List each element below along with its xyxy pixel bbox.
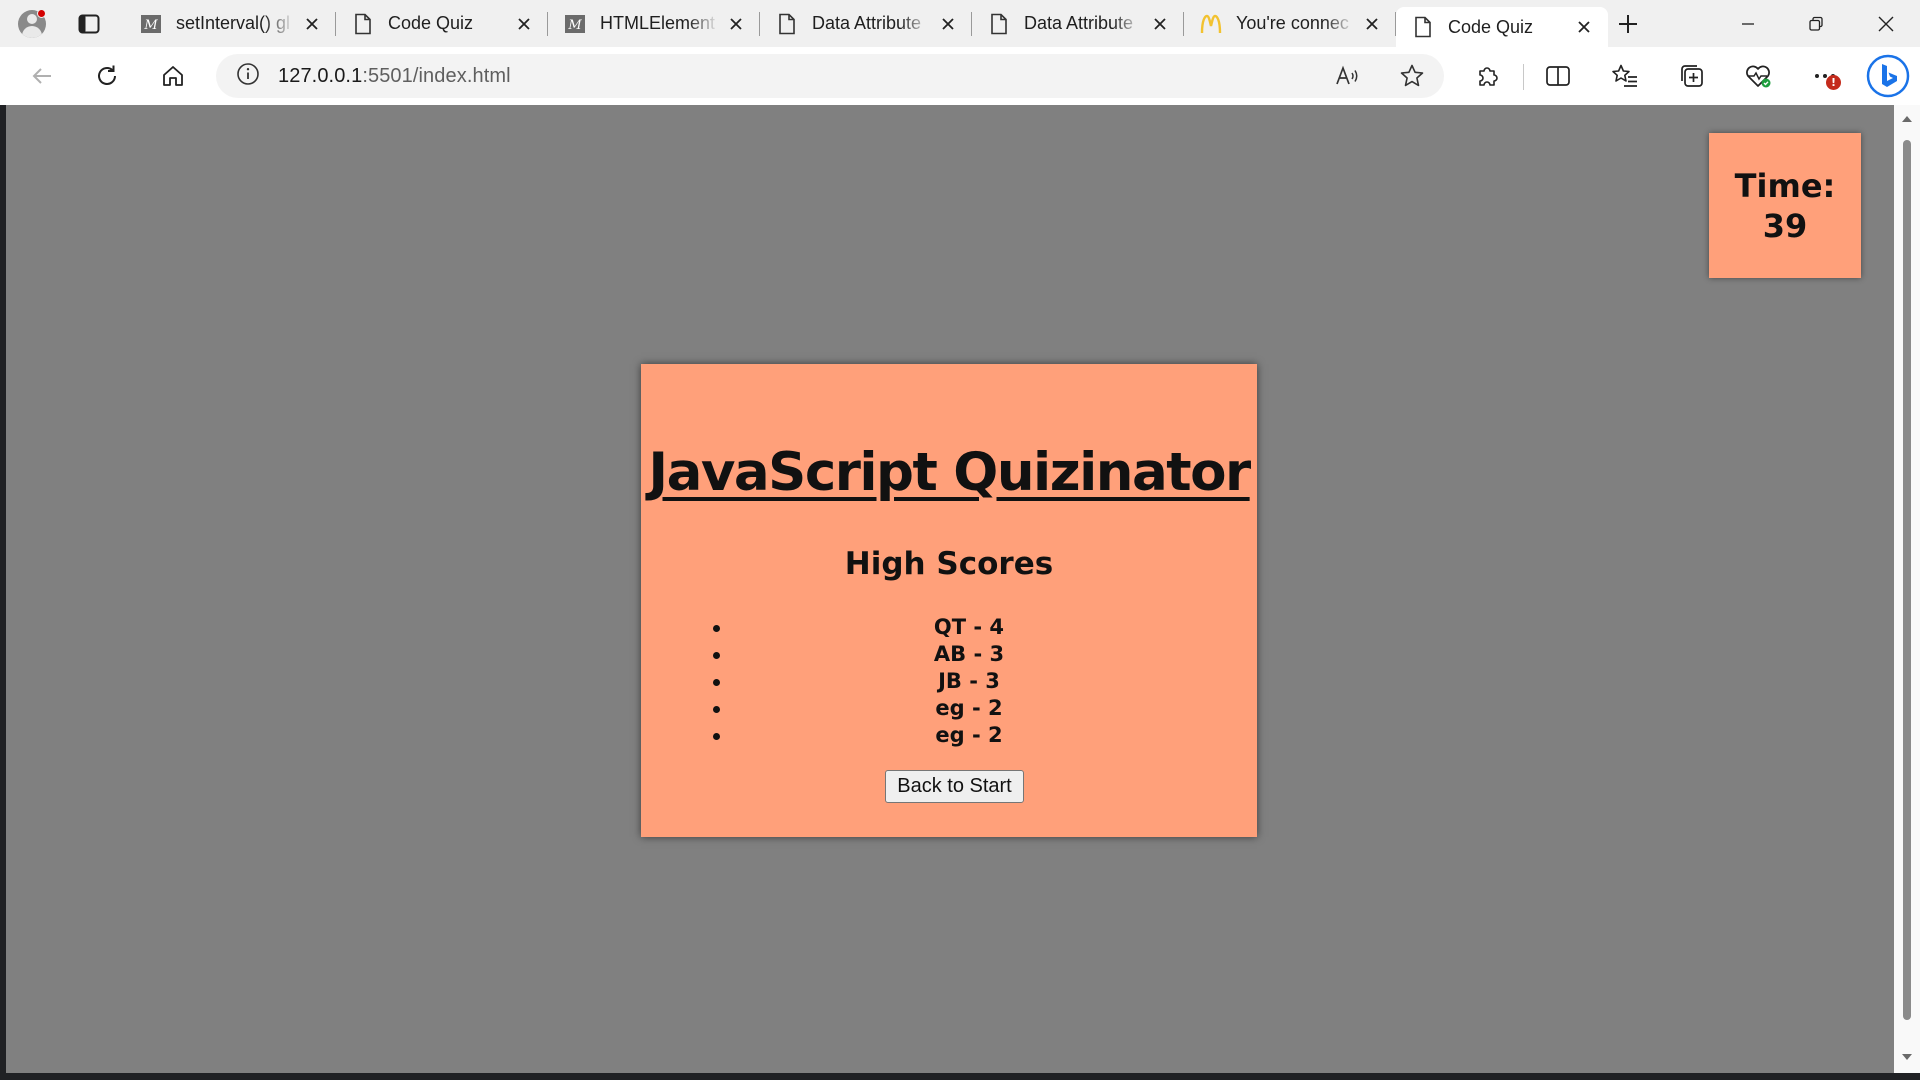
close-icon[interactable] (724, 12, 748, 36)
tab-bar: M setInterval() gl Code Quiz M HTMLEleme… (0, 0, 1920, 47)
vertical-scrollbar[interactable] (1894, 105, 1920, 1073)
tab-title: HTMLElement (600, 13, 716, 33)
tab-code-quiz-active[interactable]: Code Quiz (1396, 7, 1608, 47)
collections-icon (1681, 65, 1703, 87)
page-icon (776, 13, 798, 35)
list-item: JB - 3 (713, 668, 1219, 695)
mdn-icon: M (140, 13, 162, 35)
minimize-icon (1742, 22, 1754, 25)
tab-strip: M setInterval() gl Code Quiz M HTMLEleme… (124, 0, 1608, 47)
tab-title: Data Attribute (1024, 13, 1134, 33)
high-scores-heading: High Scores (844, 546, 1054, 582)
tab-htmlelement[interactable]: M HTMLElement (548, 0, 760, 47)
scrollbar-thumb[interactable] (1903, 140, 1911, 1020)
tab-title: Code Quiz (1448, 16, 1534, 37)
high-scores-list: QT - 4 AB - 3 JB - 3 eg - 2 eg - 2 (713, 614, 1219, 749)
toolbar-divider (1523, 64, 1524, 90)
close-icon (1878, 16, 1894, 31)
tab-setinterval[interactable]: M setInterval() gl (124, 0, 336, 47)
tab-youre-connected[interactable]: You're connec (1184, 0, 1396, 47)
favorites-list-icon (1612, 64, 1637, 87)
tab-data-attribute[interactable]: Data Attribute (760, 0, 972, 47)
browser-essentials-button[interactable] (1740, 58, 1776, 94)
window-bottom-edge (0, 1073, 1920, 1080)
star-icon (1400, 64, 1424, 87)
list-item: eg - 2 (713, 722, 1219, 749)
timer-value: 39 (1762, 206, 1808, 245)
extensions-button[interactable] (1470, 58, 1506, 94)
quiz-card: JavaScript Quizinator High Scores QT - 4… (641, 364, 1257, 837)
back-button[interactable] (24, 58, 60, 94)
tab-title: Code Quiz (388, 13, 474, 33)
close-icon[interactable] (936, 12, 960, 36)
close-icon[interactable] (300, 12, 324, 36)
back-arrow-icon (32, 68, 51, 84)
url-text: 127.0.0.1:5501/index.html (278, 65, 511, 88)
page-icon (352, 13, 374, 35)
url-path: :5501/index.html (362, 64, 511, 87)
home-button[interactable] (155, 58, 191, 94)
split-screen-icon (1546, 66, 1570, 86)
notification-dot (37, 9, 46, 18)
read-aloud-button[interactable] (1330, 58, 1366, 94)
tab-title: Data Attribute (812, 13, 922, 33)
page-viewport: Time: 39 JavaScript Quizinator High Scor… (6, 105, 1894, 1073)
update-badge: ! (1826, 75, 1841, 90)
restore-icon (1809, 16, 1823, 31)
split-screen-button[interactable] (1540, 58, 1576, 94)
new-tab-button[interactable] (1610, 8, 1646, 40)
list-item: QT - 4 (713, 614, 1219, 641)
tab-actions-icon (78, 14, 100, 34)
timer-label: Time: (1734, 166, 1836, 205)
list-item: eg - 2 (713, 695, 1219, 722)
close-window-button[interactable] (1852, 0, 1920, 47)
close-icon[interactable] (512, 12, 536, 36)
scroll-down-icon[interactable] (1901, 1051, 1913, 1063)
close-icon[interactable] (1148, 12, 1172, 36)
url-host: 127.0.0.1 (278, 64, 363, 87)
mcdonalds-icon (1200, 13, 1222, 35)
scroll-up-icon[interactable] (1901, 113, 1913, 125)
reload-button[interactable] (89, 58, 125, 94)
profile-button[interactable] (14, 6, 50, 42)
address-bar[interactable]: 127.0.0.1:5501/index.html (216, 54, 1444, 98)
favorites-button[interactable] (1607, 58, 1643, 94)
svg-text:M: M (567, 18, 582, 33)
svg-text:M: M (143, 18, 158, 33)
list-item: AB - 3 (713, 641, 1219, 668)
home-icon (163, 66, 183, 86)
collections-button[interactable] (1674, 58, 1710, 94)
tab-code-quiz[interactable]: Code Quiz (336, 0, 548, 47)
heart-pulse-icon (1746, 65, 1771, 88)
minimize-button[interactable] (1714, 0, 1782, 47)
plus-icon (1619, 15, 1637, 33)
tab-title: setInterval() gl (176, 13, 291, 33)
settings-more-button[interactable]: ! (1807, 58, 1843, 94)
favorite-star-button[interactable] (1394, 58, 1430, 94)
close-icon[interactable] (1572, 15, 1596, 39)
page-icon (1412, 16, 1434, 38)
copilot-button[interactable] (1865, 53, 1911, 99)
bing-copilot-icon (1866, 54, 1910, 98)
site-info-icon[interactable] (236, 62, 260, 91)
read-aloud-icon (1336, 65, 1358, 85)
close-icon[interactable] (1360, 12, 1384, 36)
tab-data-attribute-2[interactable]: Data Attribute (972, 0, 1184, 47)
page-icon (988, 13, 1010, 35)
restore-button[interactable] (1782, 0, 1850, 47)
mdn-icon: M (564, 13, 586, 35)
reload-icon (98, 65, 116, 85)
timer-box: Time: 39 (1709, 133, 1861, 278)
back-to-start-button[interactable]: Back to Start (885, 770, 1024, 803)
puzzle-icon (1479, 67, 1498, 86)
tab-title: You're connec (1236, 13, 1349, 33)
tab-actions-button[interactable] (72, 10, 106, 38)
browser-toolbar: 127.0.0.1:5501/index.html ! (0, 47, 1920, 105)
page-title: JavaScript Quizinator (648, 442, 1251, 503)
